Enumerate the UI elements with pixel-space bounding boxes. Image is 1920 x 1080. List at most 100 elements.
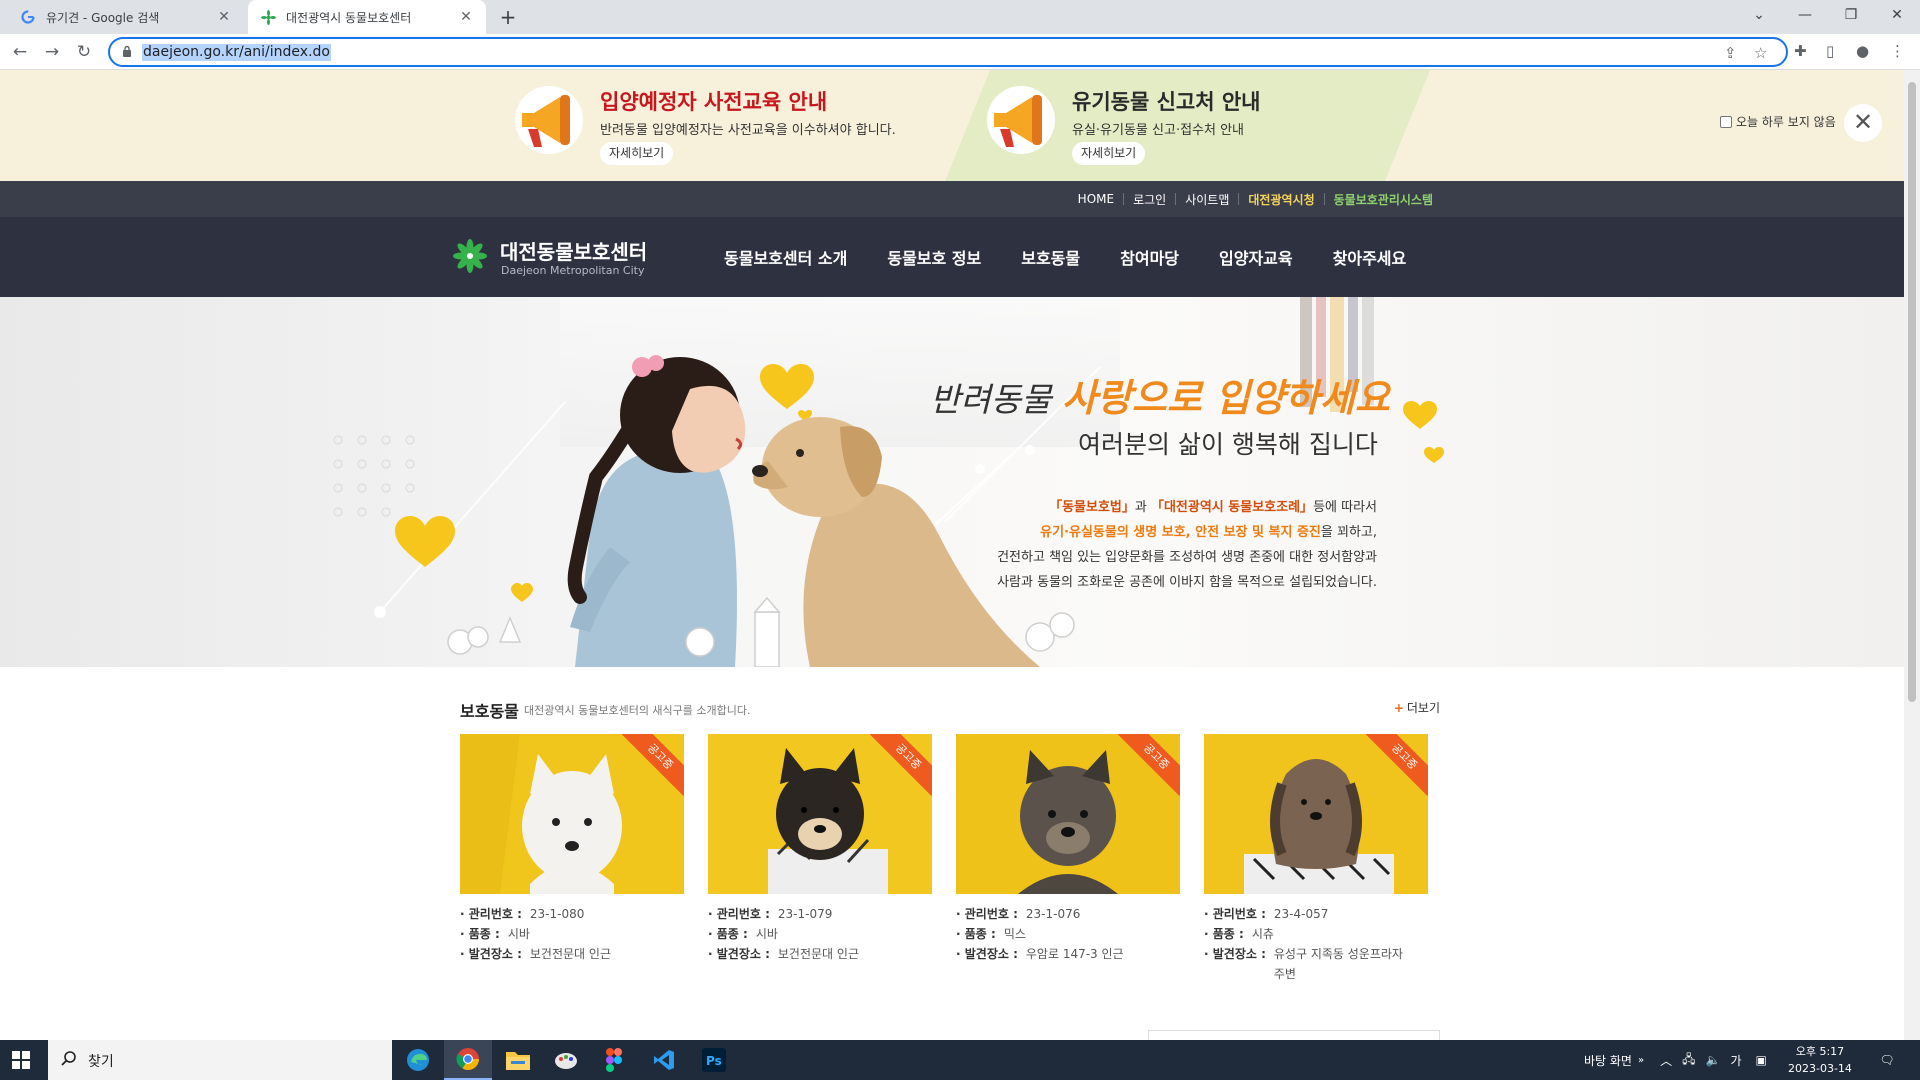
section-description: 대전광역시 동물보호센터의 새식구를 소개합니다. [524, 704, 751, 717]
animal-photo[interactable]: 공고중 [708, 734, 932, 894]
animal-card[interactable]: 공고중 관리번호 : 23-4-057 품종 : 시츄 발견장소 :유성구 지족동 … [1204, 734, 1428, 984]
menu-center-intro[interactable]: 동물보호센터 소개 [724, 245, 847, 269]
megaphone-icon [515, 86, 583, 154]
close-icon[interactable]: ✕ [1844, 104, 1882, 142]
tab-close-icon[interactable]: ✕ [458, 9, 474, 25]
minimize-icon[interactable]: — [1782, 0, 1828, 34]
id-label: 관리번호 : [708, 904, 770, 924]
file-explorer-icon[interactable] [494, 1040, 542, 1080]
page-scrollbar[interactable] [1904, 70, 1920, 1040]
animal-id: 23-1-076 [1025, 907, 1081, 921]
volume-icon[interactable]: 🔈 [1706, 1053, 1721, 1067]
menu-find-animals[interactable]: 찾아주세요 [1333, 245, 1407, 269]
breed-label: 품종 : [956, 924, 996, 944]
animal-id: 23-4-057 [1273, 907, 1329, 921]
side-panel-icon[interactable]: ▯ [1826, 42, 1834, 60]
menu-protection-info[interactable]: 동물보호 정보 [887, 245, 981, 269]
taskbar-search[interactable]: 찾기 [48, 1040, 392, 1080]
scrollbar-thumb[interactable] [1908, 82, 1916, 702]
utility-links: HOME 로그인 사이트맵 대전광역시청 동물보호관리시스템 [1069, 181, 1442, 217]
animal-info: 관리번호 : 23-1-079 품종 : 시바 발견장소 : 보건전문대 인근 [708, 904, 932, 964]
breed-label: 품종 : [1204, 924, 1244, 944]
menu-participation[interactable]: 참여마당 [1120, 245, 1179, 269]
place-label: 발견장소 : [460, 944, 522, 964]
back-arrow-icon[interactable]: ← [8, 40, 32, 64]
ime-language-indicator[interactable]: 가 [1730, 1052, 1741, 1069]
notice-more-button[interactable]: 자세히보기 [600, 142, 674, 165]
animal-photo[interactable]: 공고중 [956, 734, 1180, 894]
network-icon[interactable]: 🖧 [1682, 1050, 1695, 1071]
util-link-home[interactable]: HOME [1069, 192, 1123, 206]
section-header: 보호동물 대전광역시 동물보호센터의 새식구를 소개합니다. + 더보기 [460, 698, 1440, 728]
tab-title: 유기견 - Google 검색 [46, 10, 160, 25]
vscode-icon[interactable] [640, 1040, 688, 1080]
more-link[interactable]: + 더보기 [1394, 699, 1440, 716]
browser-tab-strip: 유기견 - Google 검색 ✕ 대전광역시 동물보호센터 ✕ + ⌄ — ❐… [0, 0, 1920, 34]
chevron-up-icon[interactable]: ︿ [1660, 1052, 1672, 1069]
address-bar[interactable]: daejeon.go.kr/ani/index.do ⇪ ☆ [108, 37, 1788, 67]
daejeon-logo-icon[interactable] [452, 238, 488, 274]
hero-headline: 반려동물 사랑으로 입양하세요 [930, 367, 1390, 422]
util-link-animal-system[interactable]: 동물보호관리시스템 [1325, 191, 1442, 208]
hero-banner: 반려동물 사랑으로 입양하세요 여러분의 삶이 행복해 집니다 「동물보호법」과… [0, 297, 1904, 667]
bookmark-star-icon[interactable]: ☆ [1754, 44, 1767, 62]
hero-text: 등에 따라서 [1313, 500, 1377, 515]
animal-card[interactable]: 공고중 관리번호 : 23-1-080 품종 : 시바 발견장소 : 보건전문대 인근 [460, 734, 684, 964]
tray-expand-icon[interactable]: » [1638, 1055, 1644, 1066]
util-link-sitemap[interactable]: 사이트맵 [1176, 191, 1238, 208]
notice-more-button[interactable]: 자세히보기 [1072, 142, 1146, 165]
hero-headline-highlight: 사랑으로 입양하세요 [1061, 375, 1390, 420]
photoshop-icon[interactable]: Ps [690, 1040, 738, 1080]
windows-start-icon[interactable] [12, 1051, 30, 1069]
url-text[interactable]: daejeon.go.kr/ani/index.do [142, 44, 331, 61]
edge-browser-icon[interactable] [394, 1040, 442, 1080]
forward-arrow-icon[interactable]: → [40, 40, 64, 64]
figma-icon[interactable] [590, 1040, 638, 1080]
animal-breed: 믹스 [1003, 927, 1026, 941]
hero-line-3: 건전하고 책임 있는 입양문화를 조성하여 생명 존중에 대한 정서함양과 [997, 550, 1377, 565]
menu-protected-animals[interactable]: 보호동물 [1021, 245, 1080, 269]
show-desktop-label[interactable]: 바탕 화면 [1584, 1052, 1632, 1069]
place-label: 발견장소 : [1204, 944, 1266, 984]
util-link-city-hall[interactable]: 대전광역시청 [1239, 191, 1323, 208]
animal-card[interactable]: 공고중 관리번호 : 23-1-079 품종 : 시바 발견장소 : 보건전문대 인근 [708, 734, 932, 964]
animal-photo[interactable]: 공고중 [1204, 734, 1428, 894]
tab-google-search[interactable]: 유기견 - Google 검색 ✕ [8, 0, 244, 34]
share-icon[interactable]: ⇪ [1724, 44, 1737, 62]
place-label: 발견장소 : [708, 944, 770, 964]
tab-title: 대전광역시 동물보호센터 [286, 10, 412, 25]
clock-time: 오후 5:17 [1795, 1045, 1845, 1058]
util-link-login[interactable]: 로그인 [1124, 191, 1175, 208]
tab-close-icon[interactable]: ✕ [216, 9, 232, 25]
notification-icon[interactable]: 🗨 [1872, 1040, 1902, 1080]
tab-search-chevron-icon[interactable]: ⌄ [1736, 0, 1782, 34]
page-viewport: 입양예정자 사전교육 안내 반려동물 입양예정자는 사전교육을 이수하셔야 합니… [0, 70, 1904, 1040]
chrome-browser-icon[interactable] [444, 1040, 492, 1080]
animal-info: 관리번호 : 23-1-076 품종 : 믹스 발견장소 : 우암로 147-3 인근 [956, 904, 1180, 964]
animal-card[interactable]: 공고중 관리번호 : 23-1-076 품종 : 믹스 발견장소 : 우암로 147-… [956, 734, 1180, 964]
hero-subheadline: 여러분의 삶이 행복해 집니다 [1078, 430, 1378, 459]
taskbar-clock[interactable]: 오후 5:17 2023-03-14 [1788, 1043, 1852, 1077]
paint-app-icon[interactable] [542, 1040, 590, 1080]
new-tab-button[interactable]: + [496, 5, 520, 29]
tab-daejeon-animal-center[interactable]: 대전광역시 동물보호센터 ✕ [248, 0, 486, 34]
restore-icon[interactable]: ❐ [1828, 0, 1874, 34]
hide-today-checkbox[interactable]: 오늘 하루 보지 않음 [1720, 113, 1836, 130]
browser-toolbar: ← → ↻ daejeon.go.kr/ani/index.do ⇪ ☆ ✚ ▯… [0, 34, 1920, 70]
extensions-puzzle-icon[interactable]: ✚ [1794, 42, 1807, 60]
hero-illustration [333, 355, 1444, 667]
profile-icon[interactable]: ● [1856, 42, 1869, 60]
search-placeholder: 찾기 [88, 1054, 114, 1070]
site-logo-title[interactable]: 대전동물보호센터 [500, 236, 647, 265]
more-menu-icon[interactable]: ⋮ [1890, 42, 1905, 60]
reload-icon[interactable]: ↻ [72, 40, 96, 64]
notice-pre-education[interactable]: 입양예정자 사전교육 안내 반려동물 입양예정자는 사전교육을 이수하셔야 합니… [510, 82, 930, 172]
notice-report-info[interactable]: 유기동물 신고처 안내 유실·유기동물 신고·접수처 안내 자세히보기 [982, 82, 1402, 172]
animal-photo[interactable]: 공고중 [460, 734, 684, 894]
main-menu: 동물보호센터 소개 동물보호 정보 보호동물 참여마당 입양자교육 찾아주세요 [724, 217, 1446, 297]
checkbox-box[interactable] [1720, 115, 1732, 128]
window-close-icon[interactable]: ✕ [1874, 0, 1920, 34]
animal-breed: 시바 [755, 927, 778, 941]
ime-mode-icon[interactable]: ▣ [1756, 1053, 1767, 1067]
menu-adopter-education[interactable]: 입양자교육 [1219, 245, 1293, 269]
